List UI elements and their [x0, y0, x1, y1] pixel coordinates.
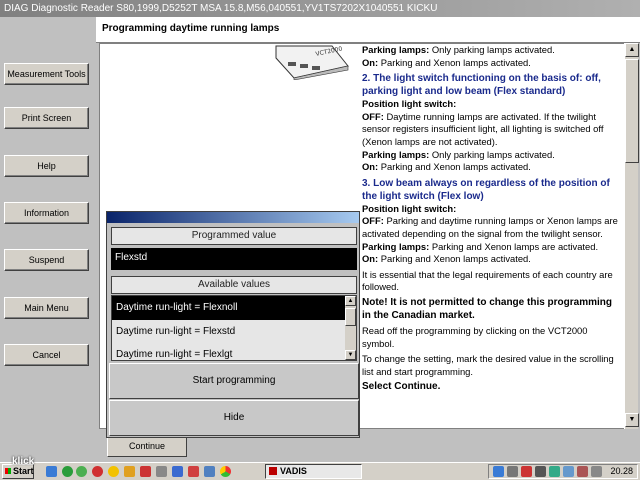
- page-title: Programming daytime running lamps: [102, 23, 280, 34]
- bold-label: Position light switch:: [362, 202, 457, 214]
- desktop-icon[interactable]: [46, 466, 57, 477]
- text-span: Only parking lamps activated.: [429, 44, 555, 55]
- bold-label: On:: [362, 56, 379, 68]
- list-scroll-down-icon[interactable]: ▼: [345, 350, 356, 360]
- watermark: klick: [12, 456, 35, 467]
- scroll-down-icon[interactable]: ▼: [625, 413, 639, 427]
- text-line: Position light switch:: [362, 203, 622, 216]
- tray-icon[interactable]: [563, 466, 574, 477]
- vct2000-device-icon[interactable]: VCT2000: [272, 44, 352, 80]
- list-item[interactable]: Daytime run-light = Flexnoll: [112, 296, 346, 320]
- available-values-list[interactable]: Daytime run-light = Flexnoll Daytime run…: [111, 295, 357, 361]
- help-button[interactable]: Help: [4, 155, 89, 177]
- taskbar: Start VADIS 20.28: [0, 462, 640, 480]
- text-line: Parking lamps: Only parking lamps activa…: [362, 44, 622, 57]
- text-span: Parking and Xenon lamps are activated.: [429, 240, 599, 252]
- start-programming-button[interactable]: Start programming: [109, 363, 359, 399]
- browser-icon[interactable]: [220, 466, 231, 477]
- bold-label: Position light switch:: [362, 98, 457, 110]
- text-line: Parking lamps: Only parking lamps activa…: [362, 149, 622, 162]
- speaker-icon[interactable]: [591, 466, 602, 477]
- programmed-value-label: Programmed value: [111, 227, 357, 245]
- hide-button[interactable]: Hide: [109, 400, 359, 436]
- close-icon[interactable]: [140, 466, 151, 477]
- app-icon[interactable]: [124, 466, 135, 477]
- text-span: Parking and Xenon lamps activated.: [378, 253, 531, 265]
- text-line: OFF: Daytime running lamps are activated…: [362, 111, 622, 149]
- taskbar-app-vadis[interactable]: VADIS: [265, 464, 362, 479]
- system-tray: 20.28: [488, 464, 638, 479]
- text-span: Parking and Xenon lamps activated.: [378, 161, 531, 173]
- text-line: OFF: Parking and daytime running lamps o…: [362, 215, 622, 240]
- suspend-button[interactable]: Suspend: [4, 249, 89, 271]
- list-item[interactable]: Daytime run-light = Flexlgt: [112, 343, 346, 360]
- main-menu-button[interactable]: Main Menu: [4, 297, 89, 319]
- available-values-label: Available values: [111, 276, 357, 294]
- select-continue-text: Select Continue.: [362, 381, 441, 393]
- change-text: To change the setting, mark the desired …: [362, 353, 614, 377]
- instructions-text: Parking lamps: Only parking lamps activa…: [362, 44, 622, 394]
- app-icon[interactable]: [92, 466, 103, 477]
- bold-label: On:: [362, 161, 379, 173]
- text-span: Daytime running lamps are activated. If …: [362, 110, 604, 147]
- scroll-up-icon[interactable]: ▲: [625, 43, 639, 57]
- clock: 20.28: [610, 466, 633, 476]
- smiley-icon[interactable]: [108, 466, 119, 477]
- text-line: On: Parking and Xenon lamps activated.: [362, 57, 622, 70]
- text-span: Only parking lamps activated.: [429, 148, 555, 160]
- bold-label: OFF:: [362, 215, 384, 227]
- list-scrollbar[interactable]: ▲ ▼: [345, 296, 356, 360]
- page-header: Programming daytime running lamps: [96, 17, 640, 43]
- tray-icon[interactable]: [493, 466, 504, 477]
- section-3-heading: 3. Low beam always on regardless of the …: [362, 177, 610, 202]
- list-item[interactable]: Daytime run-light = Flexstd: [112, 320, 346, 344]
- app-icon[interactable]: [76, 466, 87, 477]
- tray-icon[interactable]: [535, 466, 546, 477]
- section-2-heading: 2. The light switch functioning on the b…: [362, 73, 601, 98]
- programmed-value-field: Flexstd: [111, 248, 357, 270]
- tray-icon[interactable]: [549, 466, 560, 477]
- text-line: Position light switch:: [362, 98, 622, 111]
- scroll-thumb[interactable]: [625, 59, 639, 163]
- tray-icon[interactable]: [521, 466, 532, 477]
- text-span: Parking and daytime running lamps or Xen…: [362, 215, 618, 239]
- sidebar: Measurement Tools Print Screen Help Info…: [0, 17, 96, 462]
- window-title: DIAG Diagnostic Reader S80,1999,D5252T M…: [0, 0, 640, 17]
- measurement-tools-button[interactable]: Measurement Tools: [4, 63, 89, 85]
- app-icon[interactable]: [172, 466, 183, 477]
- dialog-titlebar[interactable]: [107, 212, 359, 223]
- app-icon[interactable]: [204, 466, 215, 477]
- information-button[interactable]: Information: [4, 202, 89, 224]
- canada-note: Note! It is not permitted to change this…: [362, 296, 613, 321]
- text-line: On: Parking and Xenon lamps activated.: [362, 161, 622, 174]
- app-icon[interactable]: [62, 466, 73, 477]
- bold-label: On:: [362, 253, 379, 265]
- bold-label: Parking lamps:: [362, 148, 430, 160]
- bold-label: Parking lamps:: [362, 44, 430, 55]
- app-icon[interactable]: [156, 466, 167, 477]
- bold-label: OFF:: [362, 110, 384, 122]
- cancel-button[interactable]: Cancel: [4, 344, 89, 366]
- continue-button[interactable]: Continue: [107, 435, 187, 457]
- tray-icon[interactable]: [507, 466, 518, 477]
- legal-note: It is essential that the legal requireme…: [362, 268, 613, 293]
- text-span: Parking and Xenon lamps activated.: [378, 56, 531, 68]
- print-screen-button[interactable]: Print Screen: [4, 107, 89, 129]
- bold-label: Parking lamps:: [362, 240, 430, 252]
- tray-icon[interactable]: [577, 466, 588, 477]
- app-icon[interactable]: [188, 466, 199, 477]
- readoff-text: Read off the programming by clicking on …: [362, 325, 588, 349]
- text-line: On: Parking and Xenon lamps activated.: [362, 253, 622, 266]
- text-line: Parking lamps: Parking and Xenon lamps a…: [362, 241, 622, 254]
- list-scroll-up-icon[interactable]: ▲: [345, 296, 356, 306]
- list-scroll-thumb[interactable]: [345, 308, 356, 326]
- content-scrollbar[interactable]: ▲ ▼: [624, 43, 639, 429]
- programming-dialog: Programmed value Flexstd Available value…: [106, 211, 360, 438]
